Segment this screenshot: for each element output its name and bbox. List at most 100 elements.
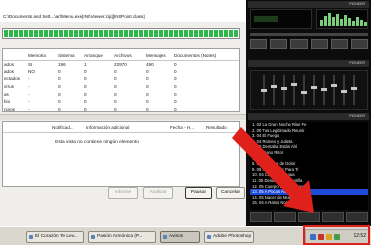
previous-button[interactable] [250,39,268,49]
eq-slider-track [313,75,315,105]
results-header[interactable]: Notificad... [51,123,85,133]
pause-button[interactable]: Pausar [185,187,212,199]
stats-header[interactable]: Memoria [27,52,57,61]
eq-slider-track [303,75,305,105]
eq-slider-knob[interactable] [291,83,297,86]
eq-slider-track [283,75,285,105]
stats-row: vírus - 0 0 0 0 0 [3,83,239,91]
progress-segment [229,30,233,37]
stats-header[interactable]: Archivos [113,52,145,61]
progress-segment [39,30,43,37]
eq-slider-knob[interactable] [271,85,277,88]
playlist-add-button[interactable] [250,212,272,222]
taskbar-item-music[interactable]: El Corazón Te Lev... [26,231,84,243]
eq-slider-knob[interactable] [321,88,327,91]
progress-segment [149,30,153,37]
report-button[interactable]: Informe [108,187,138,199]
eq-slider-knob[interactable] [261,89,267,92]
stats-cell: bio [4,99,11,105]
cancel-button[interactable]: Cancelar [216,187,245,199]
player-brand: PIONEER [349,2,365,6]
stats-header[interactable]: Sistema [57,52,83,61]
stats-cell: 0 [84,91,87,97]
progress-segment [34,30,38,37]
playlist-remove-button[interactable] [274,212,296,222]
playlist-title-bar[interactable]: PIONEER [248,113,369,120]
stats-header[interactable]: Arranque [83,52,113,61]
stats-cell: ninos [4,106,15,112]
taskbar-item-label: Pasión Armónica (P... [97,234,143,239]
stats-cell: 0 [58,68,61,74]
progress-segment [99,30,103,37]
progress-segment [194,30,198,37]
stats-cell: 490 [146,61,154,67]
stats-header[interactable]: Documentos (Notes) [173,52,239,61]
taskbar-item-photoshop[interactable]: Adobe Photoshop [204,231,254,243]
stats-cell: SI [28,61,33,67]
stats-cell: 0 [174,91,177,97]
results-header[interactable]: Información adicional [85,123,169,133]
progress-segment [174,30,178,37]
playlist-brand: PIONEER [349,114,365,118]
eq-slider-knob[interactable] [341,90,347,93]
spectrum-bar [324,16,327,26]
stats-cell: 0 [174,68,177,74]
playlist-misc-button[interactable] [322,212,344,222]
eq-slider-knob[interactable] [311,86,317,89]
window-top-bar [0,0,246,12]
stats-cell: 0 [84,106,87,112]
stats-cell: 0 [146,84,149,90]
eq-slider-track [353,75,355,105]
eq-slider-knob[interactable] [281,87,287,90]
stats-cell: 0 [114,84,117,90]
results-header[interactable]: Resultado [205,123,239,133]
progress-segment [139,30,143,37]
app-icon [29,235,33,239]
equalizer-title-bar[interactable]: PIONEER [248,60,369,67]
stats-cell: 0 [84,99,87,105]
stop-button[interactable] [310,39,328,49]
stats-cell: 0 [146,99,149,105]
results-header[interactable] [3,123,51,133]
stats-header[interactable]: Mensajes [145,52,173,61]
pane-splitter[interactable] [0,114,246,120]
taskbar-item-avisos[interactable]: Avisos [160,231,200,243]
eject-button[interactable] [350,39,369,49]
stats-cell: 0 [114,76,117,82]
progress-segment [69,30,73,37]
stats-cell: NO [28,68,35,74]
playlist: 1. 02 La Gran Noche Rise Fe 2. 00 Tus Leg… [250,122,368,210]
eq-slider-knob[interactable] [331,84,337,87]
stats-cell: - [28,106,30,112]
time-display [254,16,278,22]
spectrum-bar [336,14,339,26]
eq-slider-knob[interactable] [351,87,357,90]
results-header[interactable]: Fecha - H... [169,123,205,133]
progress-segment [89,30,93,37]
spectrum-bar [332,17,335,26]
stats-row: as - 0 0 0 0 0 [3,90,239,98]
playlist-item[interactable]: 15. 04 A Ratos Nos La Lleva [250,200,368,206]
progress-segment [179,30,183,37]
stats-row: ados SI 196 1 22970 490 0 [3,60,239,68]
analyze-button[interactable]: Analizar [143,187,173,199]
next-button[interactable] [330,39,348,49]
stats-cell: 0 [174,76,177,82]
progress-segment [214,30,218,37]
progress-segment [74,30,78,37]
stats-cell: 0 [174,84,177,90]
progress-segment [224,30,228,37]
stats-cell: 0 [58,76,61,82]
pause-player-button[interactable] [290,39,308,49]
playlist-select-button[interactable] [298,212,320,222]
progress-segment [109,30,113,37]
app-icon [163,235,167,239]
play-button[interactable] [270,39,288,49]
stats-header[interactable] [3,52,27,61]
playlist-list-button[interactable] [346,212,368,222]
seek-bar[interactable] [250,33,368,36]
taskbar-item-player[interactable]: Pasión Armónica (P... [88,231,156,243]
progress-segment [234,30,238,37]
player-title-bar[interactable]: PIONEER [248,1,369,8]
eq-slider-knob[interactable] [301,91,307,94]
